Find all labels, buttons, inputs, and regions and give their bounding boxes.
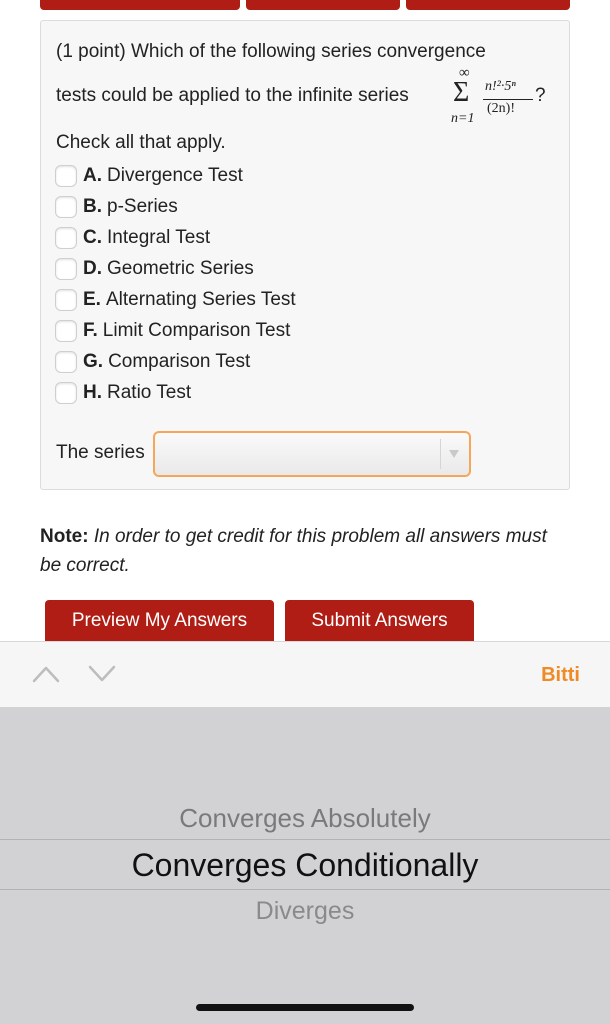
checkbox-f[interactable] [55, 319, 77, 342]
option-label: Alternating Series Test [105, 288, 296, 310]
select-divider [440, 439, 441, 469]
option-d[interactable]: D. Geometric Series [55, 253, 296, 284]
option-a[interactable]: A. Divergence Test [55, 160, 296, 191]
series-select-label: The series [56, 442, 145, 463]
option-e[interactable]: E. Alternating Series Test [55, 284, 296, 315]
picker-selection-line-bottom [0, 889, 610, 890]
option-b[interactable]: B. p-Series [55, 191, 296, 222]
option-label: p-Series [107, 195, 178, 217]
option-g[interactable]: G. Comparison Test [55, 346, 296, 377]
option-label: Integral Test [107, 226, 211, 248]
option-h[interactable]: H. Ratio Test [55, 377, 296, 408]
picker-option[interactable]: Diverges [0, 897, 610, 926]
preview-answers-button[interactable]: Preview My Answers [45, 600, 274, 642]
chevron-down-icon[interactable] [88, 664, 116, 684]
option-label: Divergence Test [107, 164, 243, 186]
note-text: In order to get credit for this problem … [40, 526, 547, 576]
series-formula: ∞ Σ n=1 n!²·5ⁿ (2n)! ? [451, 65, 551, 129]
picker-selected-option[interactable]: Converges Conditionally [0, 847, 610, 884]
question-line-1: (1 point) Which of the following series … [56, 41, 486, 62]
checkbox-a[interactable] [55, 164, 77, 187]
question-line-2: tests could be applied to the infinite s… [56, 85, 409, 106]
picker-toolbar: Bitti [0, 641, 610, 707]
option-letter: D. [83, 257, 102, 279]
checkbox-g[interactable] [55, 350, 77, 373]
option-letter: F. [83, 319, 98, 341]
option-letter: H. [83, 381, 102, 403]
option-letter: E. [83, 288, 101, 310]
checkbox-b[interactable] [55, 195, 77, 218]
home-indicator[interactable] [196, 1004, 414, 1011]
formula-numerator: n!²·5ⁿ [485, 79, 516, 94]
submit-answers-button[interactable]: Submit Answers [285, 600, 474, 642]
chevron-up-icon[interactable] [32, 664, 60, 684]
series-select[interactable] [153, 431, 471, 477]
top-button-1[interactable] [40, 0, 240, 10]
sum-lower-limit: n=1 [451, 111, 475, 126]
check-all-instruction: Check all that apply. [56, 132, 226, 153]
question-mark: ? [535, 85, 546, 106]
note-label: Note: [40, 526, 89, 547]
formula-denominator: (2n)! [487, 101, 515, 116]
checkbox-c[interactable] [55, 226, 77, 249]
top-button-3[interactable] [406, 0, 570, 10]
done-button[interactable]: Bitti [541, 664, 580, 687]
option-label: Comparison Test [108, 350, 251, 372]
note: Note: In order to get credit for this pr… [40, 522, 560, 580]
options-list: A. Divergence Test B. p-Series C. Integr… [55, 160, 296, 408]
sigma-symbol: Σ [453, 77, 470, 108]
option-letter: A. [83, 164, 102, 186]
chevron-down-icon [449, 450, 459, 458]
top-button-2[interactable] [246, 0, 400, 10]
picker-selection-line-top [0, 839, 610, 840]
option-letter: B. [83, 195, 102, 217]
checkbox-d[interactable] [55, 257, 77, 280]
option-letter: C. [83, 226, 102, 248]
picker-option[interactable]: Converges Absolutely [0, 803, 610, 834]
fraction-bar [483, 99, 533, 100]
problem-box: (1 point) Which of the following series … [40, 20, 570, 490]
option-c[interactable]: C. Integral Test [55, 222, 296, 253]
option-letter: G. [83, 350, 104, 372]
option-label: Geometric Series [107, 257, 254, 279]
checkbox-h[interactable] [55, 381, 77, 404]
checkbox-e[interactable] [55, 288, 77, 311]
option-label: Limit Comparison Test [102, 319, 291, 341]
option-label: Ratio Test [107, 381, 192, 403]
option-f[interactable]: F. Limit Comparison Test [55, 315, 296, 346]
option-picker[interactable]: Converges Absolutely Converges Condition… [0, 707, 610, 1024]
